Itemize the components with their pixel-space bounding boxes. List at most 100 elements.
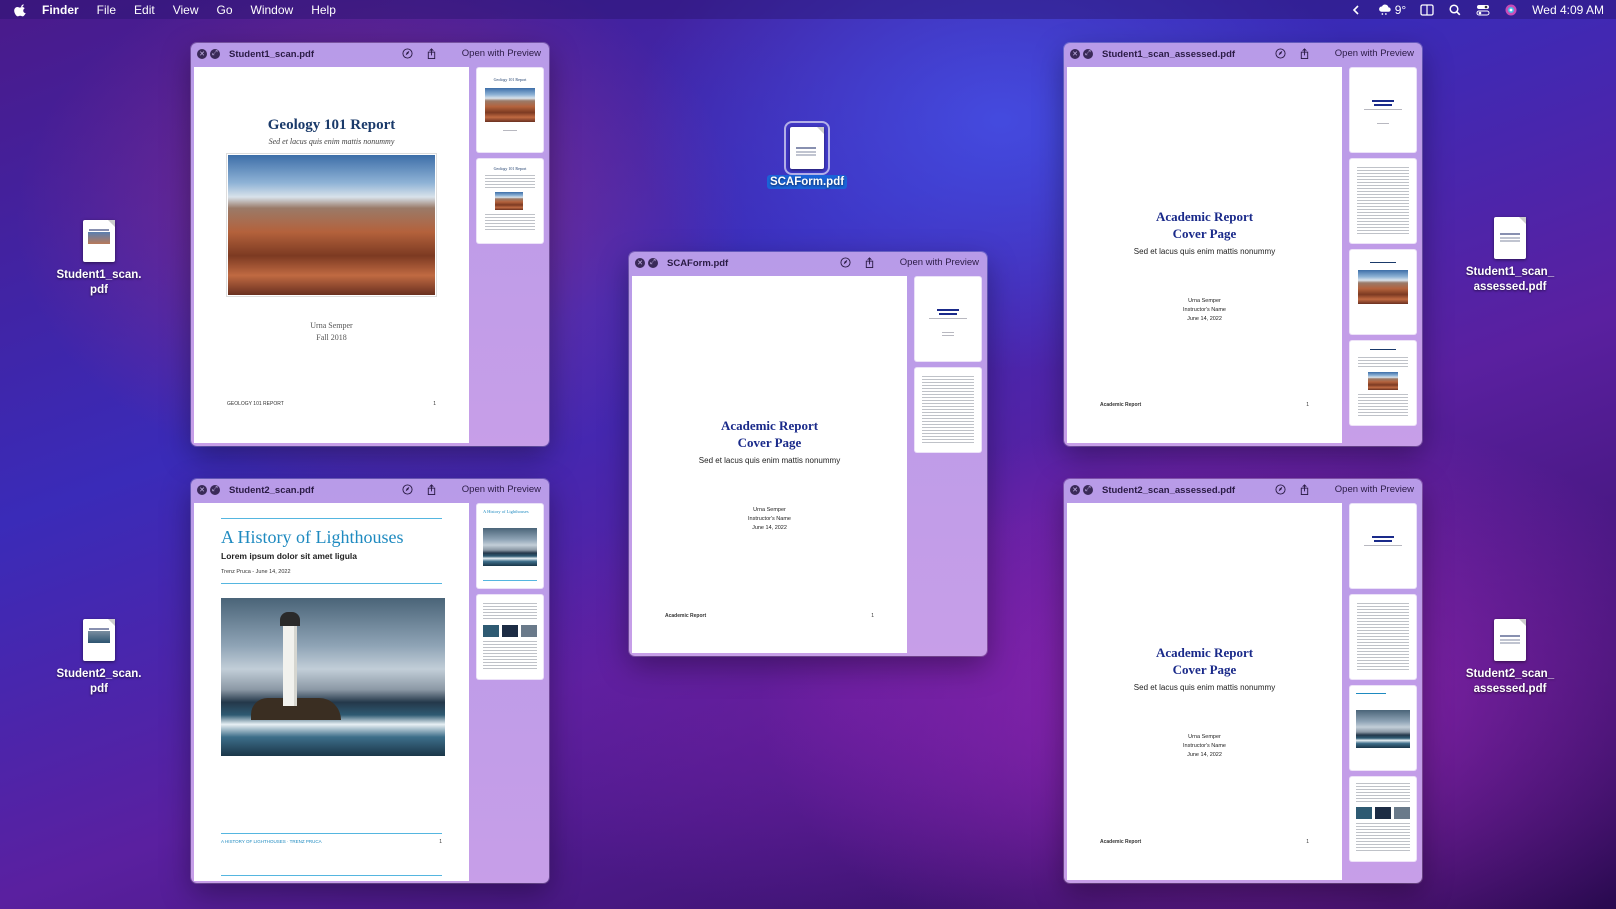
thumbnail-photo [485,88,535,122]
canyon-photo [226,153,437,297]
pdf-file-icon [784,121,830,175]
open-with-preview-button[interactable]: Open with Preview [462,48,541,59]
thumbnail-photo [1375,807,1391,819]
pdf-file-icon [83,619,115,661]
markup-icon[interactable] [402,484,413,495]
page-thumbnail[interactable]: Geology 101 Report [477,68,543,152]
document-title: Geology 101 Report [267,117,396,133]
share-icon[interactable] [864,257,875,268]
menu-view[interactable]: View [173,3,199,17]
document-title-line2: Cover Page [737,435,802,450]
fullscreen-icon[interactable]: ⤢ [1083,485,1093,495]
markup-icon[interactable] [1275,48,1286,59]
page-number: 1 [1306,402,1309,408]
desktop-file-scaform[interactable]: SCAForm.pdf [757,121,857,190]
menu-go[interactable]: Go [217,3,233,17]
document-page: Academic Report Cover Page Sed et lacus … [1067,67,1342,443]
document-instructor: Instructor's Name [748,516,791,522]
desktop-file-label: Student2_scan_ assessed.pdf [1465,668,1555,695]
fullscreen-icon[interactable]: ⤢ [210,49,220,59]
thumbnail-photo [521,625,537,637]
menu-file[interactable]: File [97,3,116,17]
page-thumbnail[interactable] [1350,250,1416,334]
thumbnail-photo [483,625,499,637]
menu-window[interactable]: Window [251,3,294,17]
desktop-file-label: Student1_scan_ assessed.pdf [1465,266,1555,293]
share-icon[interactable] [426,484,437,495]
thumbnail-photo [1358,270,1408,304]
control-center-icon[interactable] [1476,4,1490,16]
share-icon[interactable] [426,48,437,59]
thumbnail-title: A History of Lighthouses [483,509,529,514]
markup-icon[interactable] [840,257,851,268]
sidebar-display-icon[interactable] [1420,3,1434,16]
pdf-file-icon [1494,619,1526,661]
page-footer-left: Academic Report [1100,402,1142,408]
menu-clock[interactable]: Wed 4:09 AM [1532,3,1604,17]
page-thumbnail[interactable] [1350,341,1416,425]
markup-icon[interactable] [402,48,413,59]
page-thumbnail[interactable] [1350,686,1416,770]
open-with-preview-button[interactable]: Open with Preview [900,257,979,268]
thumbnail-photo [495,192,523,210]
desktop-file-student1-scan[interactable]: Student1_scan. pdf [49,220,149,298]
page-footer-left: GEOLOGY 101 REPORT [227,401,284,407]
markup-icon[interactable] [1275,484,1286,495]
desktop-file-label: SCAForm.pdf [766,175,848,189]
window-title: SCAForm.pdf [667,257,729,269]
page-thumbnail[interactable] [1350,159,1416,243]
thumbnail-photo [502,625,518,637]
desktop-file-label: Student1_scan. pdf [56,269,142,296]
quicklook-window-student1-scan: ✕ ⤢ Student1_scan.pdf Open with Preview … [191,43,549,446]
close-icon[interactable]: ✕ [635,258,645,268]
document-title: Academic Report [1155,645,1254,660]
page-thumbnail[interactable] [1350,777,1416,861]
document-title: A History of Lighthouses [221,527,404,547]
thumbnail-photo [1356,710,1410,748]
fullscreen-icon[interactable]: ⤢ [1083,49,1093,59]
document-date: June 14, 2022 [1187,316,1222,322]
thumbnail-photo [1356,807,1372,819]
page-thumbnail[interactable]: Geology 101 Report [477,159,543,243]
close-icon[interactable]: ✕ [1070,485,1080,495]
page-thumbnail[interactable] [1350,504,1416,588]
document-title: Academic Report [720,418,819,433]
desktop-file-student1-assessed[interactable]: Student1_scan_ assessed.pdf [1460,217,1560,295]
page-thumbnail[interactable]: A History of Lighthouses [477,504,543,588]
desktop-file-student2-assessed[interactable]: Student2_scan_ assessed.pdf [1460,619,1560,697]
share-icon[interactable] [1299,484,1310,495]
weather-temp: 9° [1394,2,1407,17]
menu-help[interactable]: Help [311,3,336,17]
desktop-file-student2-scan[interactable]: Student2_scan. pdf [49,619,149,697]
search-icon[interactable] [1448,3,1462,16]
weather-widget[interactable]: 9° [1378,3,1406,17]
close-icon[interactable]: ✕ [1070,49,1080,59]
document-title: Academic Report [1155,209,1254,224]
share-icon[interactable] [1299,48,1310,59]
open-with-preview-button[interactable]: Open with Preview [1335,48,1414,59]
fullscreen-icon[interactable]: ⤢ [210,485,220,495]
open-with-preview-button[interactable]: Open with Preview [1335,484,1414,495]
page-thumbnail[interactable] [477,595,543,679]
chevron-left-icon[interactable] [1350,4,1364,16]
close-icon[interactable]: ✕ [197,485,207,495]
menu-edit[interactable]: Edit [134,3,155,17]
page-thumbnail[interactable] [1350,595,1416,679]
window-toolbar: ✕ ⤢ SCAForm.pdf Open with Preview [629,252,987,274]
apple-menu-icon[interactable] [14,3,28,17]
siri-icon[interactable] [1504,4,1518,16]
page-footer-left: A HISTORY OF LIGHTHOUSES · TRENZ PRUCA [221,839,322,844]
page-thumbnail[interactable] [1350,68,1416,152]
document-subtitle: Sed et lacus quis enim mattis nonummy [698,456,841,465]
document-subtitle: Sed et lacus quis enim mattis nonummy [1133,683,1276,692]
page-thumbnail[interactable] [915,277,981,361]
menu-extras: 9° Wed 4:09 AM [1350,0,1604,19]
fullscreen-icon[interactable]: ⤢ [648,258,658,268]
open-with-preview-button[interactable]: Open with Preview [462,484,541,495]
close-icon[interactable]: ✕ [197,49,207,59]
desktop-file-label: Student2_scan. pdf [56,668,142,695]
window-toolbar: ✕ ⤢ Student1_scan.pdf Open with Preview [191,43,549,65]
menu-app-name[interactable]: Finder [42,3,79,17]
document-date: June 14, 2022 [1187,752,1222,758]
page-thumbnail[interactable] [915,368,981,452]
